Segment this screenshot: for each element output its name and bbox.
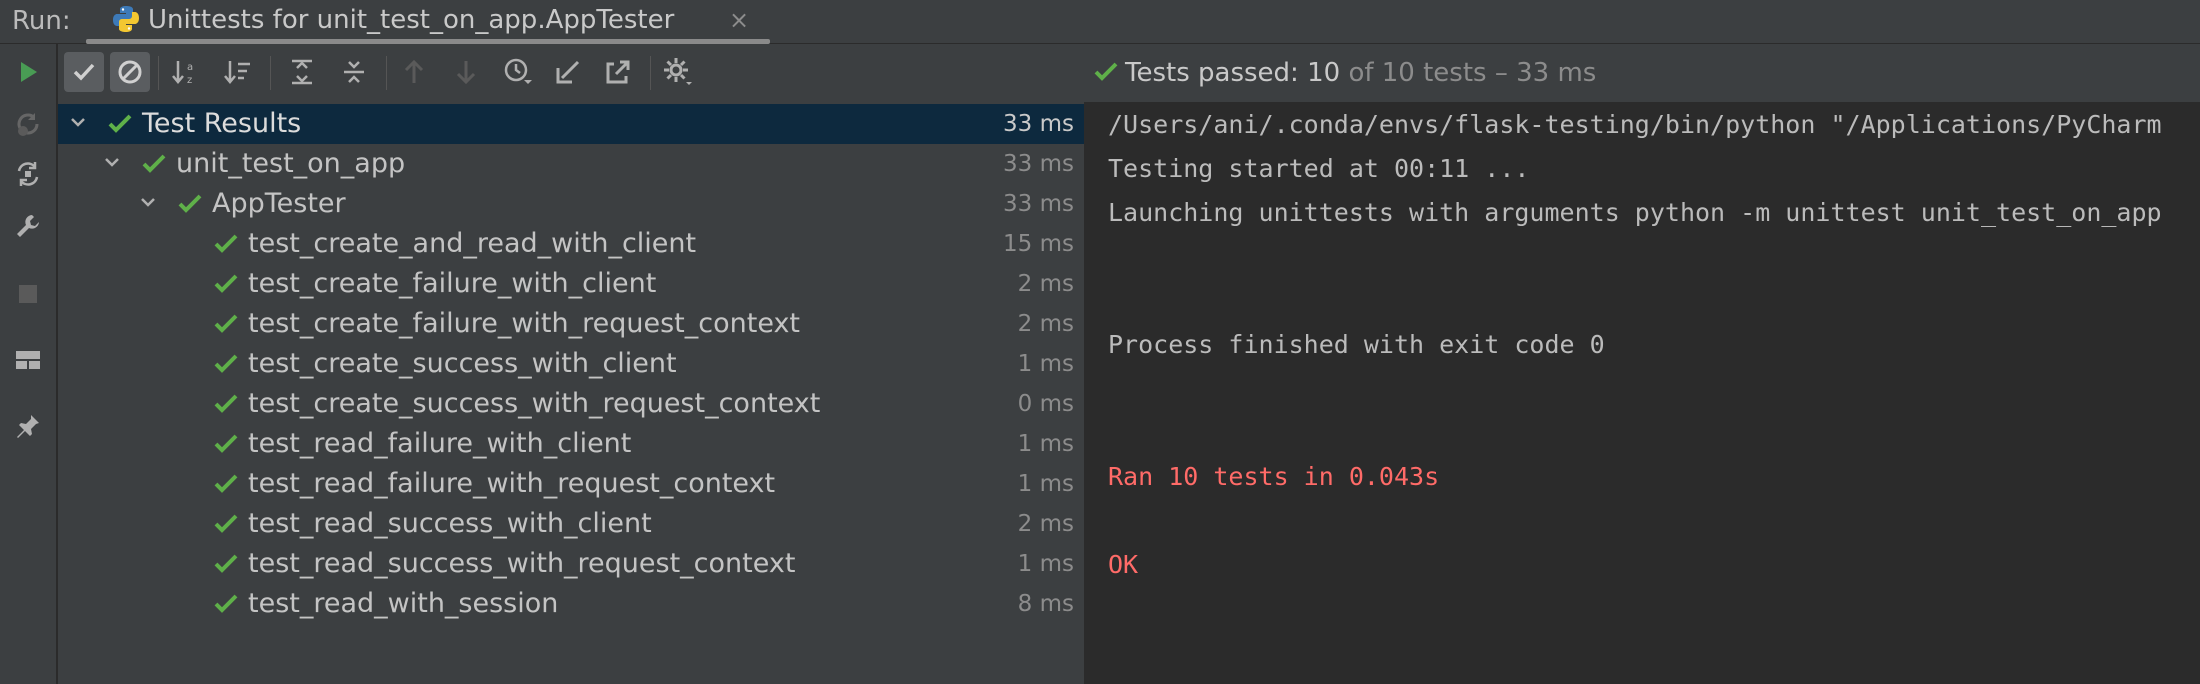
export-tests-icon[interactable] (598, 52, 638, 92)
tree-duration: 33 ms (1003, 151, 1074, 177)
run-side-toolbar (0, 44, 57, 684)
test-row[interactable]: test_create_success_with_request_context… (58, 384, 1084, 424)
test-name: test_create_failure_with_request_context (248, 308, 801, 339)
tests-passed-status: Tests passed: 10 of 10 tests – 33 ms (1125, 58, 1596, 88)
test-duration: 15 ms (1003, 231, 1074, 257)
test-row[interactable]: test_read_success_with_client 2 ms (58, 504, 1084, 544)
test-toolbar: az (58, 44, 1085, 102)
tree-row-module[interactable]: unit_test_on_app 33 ms (58, 144, 1084, 184)
check-icon (214, 593, 238, 615)
sort-by-duration-icon[interactable] (218, 52, 258, 92)
check-icon (214, 553, 238, 575)
show-ignored-icon[interactable] (110, 52, 150, 92)
console-line: /Users/ani/.conda/envs/flask-testing/bin… (1108, 110, 2162, 139)
test-duration: 8 ms (1017, 591, 1074, 617)
wrench-icon[interactable] (12, 210, 44, 242)
check-icon (178, 193, 202, 215)
console-line: Launching unittests with arguments pytho… (1108, 198, 2162, 227)
test-row[interactable]: test_create_failure_with_request_context… (58, 304, 1084, 344)
test-duration: 1 ms (1017, 351, 1074, 377)
test-name: test_create_success_with_client (248, 348, 677, 379)
test-name: test_read_success_with_request_context (248, 548, 796, 579)
check-icon (214, 433, 238, 455)
show-passed-icon[interactable] (64, 52, 104, 92)
test-row[interactable]: test_create_success_with_client 1 ms (58, 344, 1084, 384)
collapse-all-icon[interactable] (334, 52, 374, 92)
pin-icon[interactable] (12, 410, 44, 442)
check-icon (214, 273, 238, 295)
console-line-result: Ran 10 tests in 0.043s (1108, 462, 1440, 491)
chevron-down-icon[interactable] (102, 152, 122, 172)
tree-duration: 33 ms (1003, 111, 1074, 137)
test-name: test_read_failure_with_request_context (248, 468, 776, 499)
chevron-down-icon[interactable] (68, 112, 88, 132)
previous-failed-icon[interactable] (394, 52, 434, 92)
console-line: Testing started at 00:11 ... (1108, 154, 1530, 183)
check-icon (108, 113, 132, 135)
console-line: Process finished with exit code 0 (1108, 330, 1605, 359)
check-icon (214, 393, 238, 415)
import-tests-icon[interactable] (548, 52, 588, 92)
run-tab[interactable]: Unittests for unit_test_on_app.AppTester… (86, 0, 770, 44)
test-name: test_read_success_with_client (248, 508, 652, 539)
svg-text:a: a (187, 62, 193, 73)
svg-text:z: z (187, 75, 192, 86)
check-icon (214, 233, 238, 255)
test-row[interactable]: test_read_failure_with_client 1 ms (58, 424, 1084, 464)
test-row[interactable]: test_create_failure_with_client 2 ms (58, 264, 1084, 304)
console-output[interactable]: /Users/ani/.conda/envs/flask-testing/bin… (1085, 102, 2200, 684)
status-summary: of 10 tests – 33 ms (1348, 58, 1597, 88)
test-duration: 1 ms (1017, 431, 1074, 457)
check-icon (214, 513, 238, 535)
tree-label: Test Results (142, 108, 302, 139)
check-icon (1093, 60, 1119, 88)
chevron-down-icon[interactable] (138, 192, 158, 212)
toggle-auto-test-icon[interactable] (12, 158, 44, 190)
status-passed-count: 10 (1307, 58, 1341, 88)
run-tab-bar: Run: Unittests for unit_test_on_app.AppT… (0, 0, 2200, 44)
test-duration: 2 ms (1017, 271, 1074, 297)
console-line-ok: OK (1108, 550, 1139, 579)
test-row[interactable]: test_create_and_read_with_client 15 ms (58, 224, 1084, 264)
check-icon (214, 473, 238, 495)
expand-all-icon[interactable] (282, 52, 322, 92)
tree-row-test-results[interactable]: Test Results 33 ms (58, 104, 1084, 144)
test-name: test_read_failure_with_client (248, 428, 632, 459)
test-row[interactable]: test_read_failure_with_request_context 1… (58, 464, 1084, 504)
test-history-icon[interactable] (498, 52, 538, 92)
next-failed-icon[interactable] (446, 52, 486, 92)
test-duration: 0 ms (1017, 391, 1074, 417)
check-icon (214, 353, 238, 375)
test-name: test_read_with_session (248, 588, 559, 619)
test-results-tree[interactable]: Test Results 33 ms unit_test_on_app 33 m… (58, 102, 1084, 684)
test-duration: 1 ms (1017, 471, 1074, 497)
check-icon (214, 313, 238, 335)
run-icon[interactable] (12, 56, 44, 88)
tree-duration: 33 ms (1003, 191, 1074, 217)
test-duration: 1 ms (1017, 551, 1074, 577)
run-tab-title: Unittests for unit_test_on_app.AppTester (148, 5, 675, 35)
test-status-bar: Tests passed: 10 of 10 tests – 33 ms (1085, 44, 2200, 102)
settings-icon[interactable] (658, 52, 698, 92)
stop-icon[interactable] (12, 278, 44, 310)
tree-label: unit_test_on_app (176, 148, 406, 179)
python-icon (111, 4, 141, 34)
run-label: Run: (12, 6, 71, 36)
test-duration: 2 ms (1017, 311, 1074, 337)
tree-row-class[interactable]: AppTester 33 ms (58, 184, 1084, 224)
test-row[interactable]: test_read_with_session 8 ms (58, 584, 1084, 624)
status-label: Tests passed: (1125, 58, 1299, 88)
check-icon (142, 153, 166, 175)
close-icon[interactable]: × (729, 6, 749, 34)
rerun-failed-icon[interactable] (12, 108, 44, 140)
test-row[interactable]: test_read_success_with_request_context 1… (58, 544, 1084, 584)
layout-icon[interactable] (12, 344, 44, 376)
test-name: test_create_and_read_with_client (248, 228, 697, 259)
test-duration: 2 ms (1017, 511, 1074, 537)
test-name: test_create_failure_with_client (248, 268, 657, 299)
tree-label: AppTester (212, 188, 346, 219)
sort-alphabetically-icon[interactable]: az (166, 52, 206, 92)
test-name: test_create_success_with_request_context (248, 388, 821, 419)
